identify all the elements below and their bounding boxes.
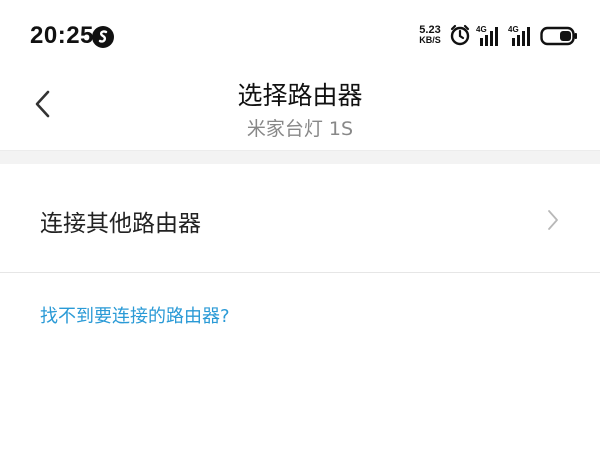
router-not-found-link[interactable]: 找不到要连接的路由器? (40, 302, 230, 328)
s-app-icon (92, 26, 114, 48)
page-title: 选择路由器 (237, 81, 363, 110)
signal-1-label: 4G (476, 25, 487, 34)
status-time: 20:25 (30, 22, 94, 49)
list-item-label: 连接其他路由器 (40, 211, 201, 237)
battery-icon (540, 26, 578, 50)
status-bar: 20:25 5.23 KB/S 4G 4G (0, 0, 600, 70)
section-divider (0, 150, 600, 164)
alarm-icon (449, 24, 471, 50)
network-speed: 5.23 KB/S (415, 24, 445, 46)
cell-signal-icon: 4G (476, 24, 504, 52)
cell-signal-icon-2: 4G (508, 24, 536, 52)
list-item-connect-other-router[interactable]: 连接其他路由器 (0, 164, 600, 273)
nav-header: 选择路由器 米家台灯 1S (0, 70, 600, 150)
signal-2-label: 4G (508, 25, 519, 34)
page-subtitle: 米家台灯 1S (246, 118, 354, 140)
network-speed-unit: KB/S (419, 35, 441, 45)
chevron-right-icon (546, 208, 560, 236)
network-speed-value: 5.23 (419, 24, 441, 36)
